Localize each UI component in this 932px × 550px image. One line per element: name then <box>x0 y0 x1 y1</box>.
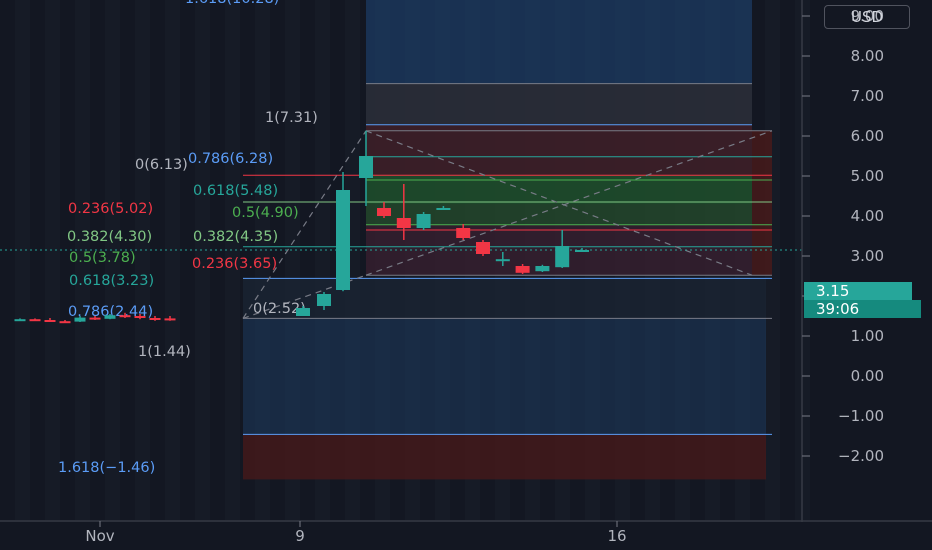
fib-zone-gray-upper <box>366 83 752 125</box>
candle-body <box>89 317 101 320</box>
fib-label: 1(1.44) <box>138 344 191 360</box>
candle-body <box>515 266 530 273</box>
fib-label: 1.618(10.28) <box>185 0 279 7</box>
candle-body <box>416 214 431 228</box>
candle-body <box>495 259 510 262</box>
time-stripe <box>780 0 795 520</box>
fib-zone-red-upper <box>366 124 752 176</box>
time-stripe <box>15 0 30 520</box>
candle-body <box>456 228 471 238</box>
fib-label: 0.236(5.02) <box>68 201 153 217</box>
fib-label: 0(6.13) <box>135 157 188 173</box>
candle-body <box>59 321 71 324</box>
time-stripe <box>165 0 180 520</box>
candle-body <box>14 319 26 322</box>
price-axis-background <box>802 0 932 550</box>
candle-body <box>436 208 451 210</box>
price-tick-label: 8.00 <box>851 47 884 65</box>
fib-zone-blue-upper <box>366 0 752 84</box>
candle-body <box>575 250 589 252</box>
price-tick-label: 0.00 <box>851 367 884 385</box>
time-stripe <box>30 0 45 520</box>
candle-body <box>44 320 56 322</box>
fib-label: 0.618(3.23) <box>69 273 154 289</box>
time-stripe <box>0 0 15 520</box>
candle-body <box>535 266 550 272</box>
fib-label: 0.382(4.30) <box>67 229 152 245</box>
candle-body <box>296 308 310 316</box>
price-tick-label: 6.00 <box>851 127 884 145</box>
time-stripe <box>150 0 165 520</box>
candle-body <box>29 319 41 322</box>
candle-body <box>104 315 116 319</box>
price-tick-label: 1.00 <box>851 327 884 345</box>
fib-label: 0.618(5.48) <box>193 183 278 199</box>
candle-body <box>377 208 391 216</box>
candle-body <box>336 190 350 290</box>
candle-body <box>149 318 161 320</box>
candle-body <box>74 317 86 322</box>
fib-zone-red-bottom <box>243 434 766 480</box>
candle-body <box>396 218 411 228</box>
candle-body <box>555 246 570 268</box>
price-tick-label: 4.00 <box>851 207 884 225</box>
price-tick-label: −2.00 <box>838 447 884 465</box>
fib-label: 0.786(6.28) <box>188 151 273 167</box>
fib-label: 0.382(4.35) <box>193 229 278 245</box>
price-tick-label: 7.00 <box>851 87 884 105</box>
price-chart[interactable]: 1.618(10.28) 1(7.31) 0(6.13)0.786(6.28) 0.6… <box>0 0 932 550</box>
time-axis-background <box>0 522 932 550</box>
candle-body <box>317 294 331 306</box>
time-label: Nov <box>85 527 114 545</box>
candle-body <box>119 315 131 318</box>
time-stripe <box>135 0 150 520</box>
price-tick-label: 3.00 <box>851 247 884 265</box>
fib-label: 0.5(3.78) <box>69 250 136 266</box>
candle-body <box>359 156 373 178</box>
candle-body <box>134 316 146 318</box>
fib-zone-blue-lower <box>243 318 766 435</box>
countdown-badge: 39:06 <box>804 300 921 318</box>
currency-selector[interactable]: USD <box>824 5 910 29</box>
fib-label: 1.618(−1.46) <box>58 460 155 476</box>
last-price-badge: 3.15 <box>804 282 912 300</box>
candle-body <box>476 242 490 254</box>
fib-label: 0.236(3.65) <box>192 256 277 272</box>
fib-label: 1(7.31) <box>265 110 318 126</box>
time-stripe <box>45 0 60 520</box>
candle-body <box>164 318 176 321</box>
fib-zone-red-right <box>752 130 772 276</box>
time-label: 16 <box>607 527 626 545</box>
price-tick-label: 5.00 <box>851 167 884 185</box>
fib-label: 0.5(4.90) <box>232 205 299 221</box>
price-tick-label: −1.00 <box>838 407 884 425</box>
time-label: 9 <box>295 527 305 545</box>
